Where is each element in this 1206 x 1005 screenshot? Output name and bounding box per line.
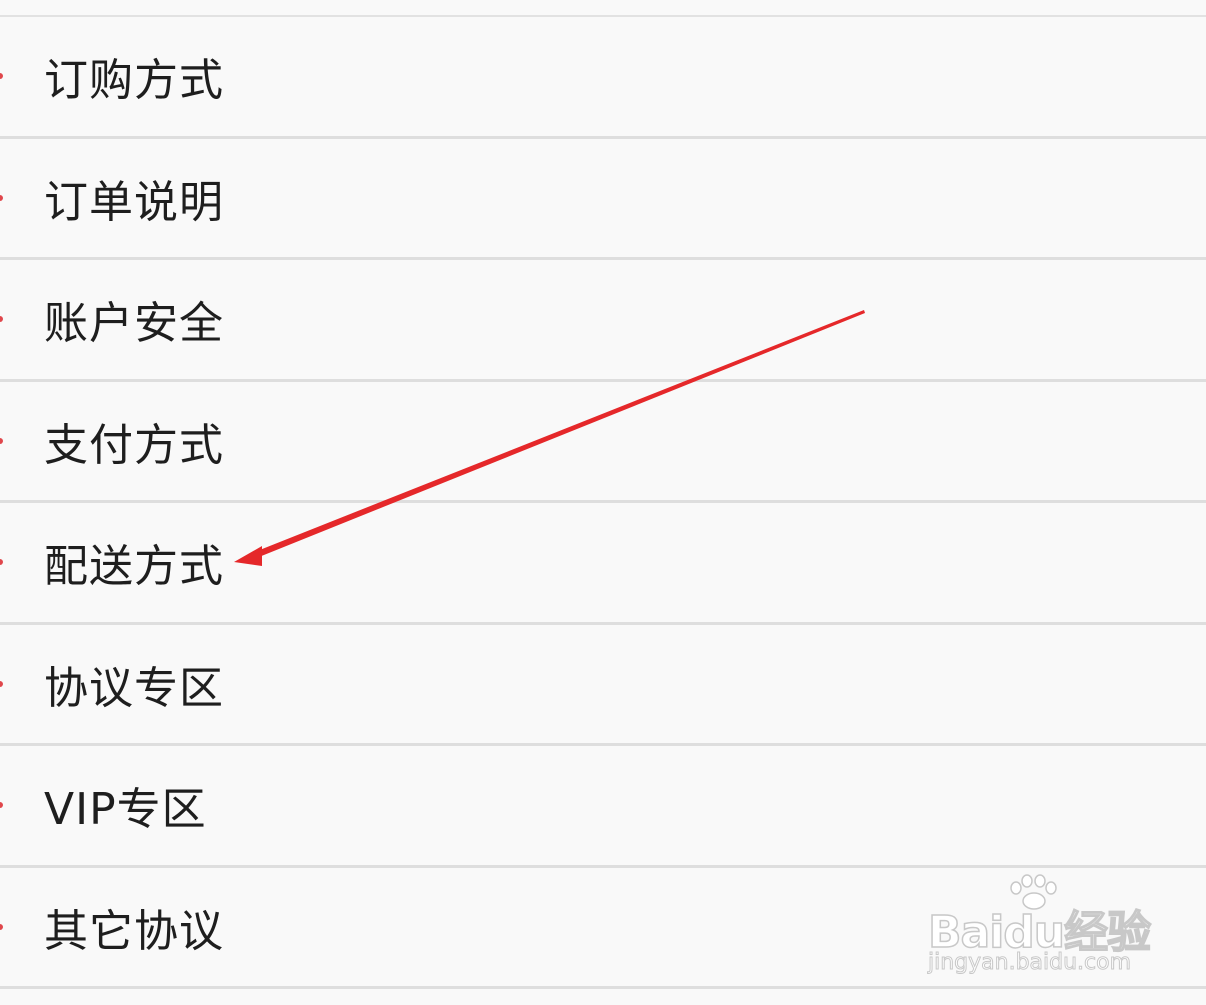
- bullet-dot-icon: [0, 923, 3, 930]
- help-menu-page: 订购方式 订单说明 账户安全 支付方式 配送方式 协议专区 VIP专区 其它协议…: [0, 0, 1206, 1005]
- bullet-dot-icon: [0, 680, 3, 687]
- menu-item-vip-zone[interactable]: VIP专区: [0, 746, 1206, 868]
- menu-item-label: 其它协议: [44, 905, 224, 957]
- bullet-dot-icon: [0, 437, 3, 444]
- menu-item-label: 协议专区: [44, 662, 224, 714]
- menu-item-agreements[interactable]: 协议专区: [0, 624, 1206, 746]
- menu-item-label: 订单说明: [44, 176, 224, 228]
- menu-item-label: 订购方式: [44, 55, 224, 107]
- menu-item-other-agreements[interactable]: 其它协议: [0, 867, 1206, 989]
- menu-item-account-security[interactable]: 账户安全: [0, 260, 1206, 382]
- bullet-dot-icon: [0, 194, 3, 201]
- bullet-dot-icon: [0, 316, 3, 323]
- bullet-dot-icon: [0, 73, 3, 80]
- bullet-dot-icon: [0, 802, 3, 809]
- help-menu-list: 订购方式 订单说明 账户安全 支付方式 配送方式 协议专区 VIP专区 其它协议: [0, 15, 1206, 989]
- menu-item-label: 支付方式: [44, 419, 224, 471]
- menu-item-delivery-method[interactable]: 配送方式: [0, 503, 1206, 625]
- menu-item-order-method[interactable]: 订购方式: [0, 17, 1206, 139]
- menu-item-order-notes[interactable]: 订单说明: [0, 138, 1206, 260]
- menu-item-label: 配送方式: [44, 541, 224, 593]
- menu-item-payment-method[interactable]: 支付方式: [0, 381, 1206, 503]
- menu-item-label: 账户安全: [44, 298, 224, 350]
- menu-item-label: VIP专区: [44, 784, 207, 836]
- bullet-dot-icon: [0, 559, 3, 566]
